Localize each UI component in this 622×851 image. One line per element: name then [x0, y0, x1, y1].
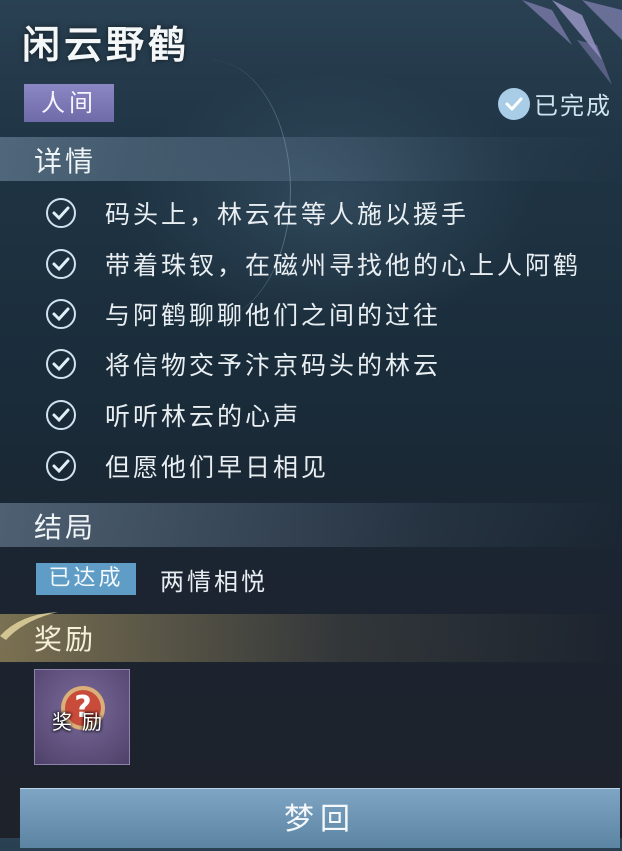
check-icon — [46, 349, 76, 379]
details-heading: 详情 — [34, 145, 97, 178]
detail-item-text: 听听林云的心声 — [105, 402, 302, 431]
check-icon — [46, 249, 76, 279]
detail-item-text: 但愿他们早日相见 — [105, 453, 330, 482]
check-icon — [46, 451, 76, 481]
detail-item-text: 带着珠钗，在磁州寻找他的心上人阿鹤 — [105, 251, 582, 280]
detail-item-text: 与阿鹤聊聊他们之间的过往 — [105, 301, 442, 330]
reward-item-label: 奖励 — [52, 710, 112, 734]
detail-item: 听听林云的心声 — [44, 395, 301, 435]
reward-heading: 奖励 — [34, 623, 97, 656]
ending-achieved-badge: 已达成 — [36, 563, 136, 595]
detail-item: 将信物交予汴京码头的林云 — [44, 344, 441, 384]
detail-item: 码头上，林云在等人施以援手 — [44, 193, 469, 233]
dream-replay-button[interactable]: 梦回 — [20, 788, 620, 848]
completed-status: 已完成 — [498, 86, 612, 121]
status-label: 已完成 — [534, 92, 612, 120]
realm-tag: 人间 — [24, 84, 114, 122]
quest-title: 闲云野鹤 — [22, 23, 191, 67]
detail-item-text: 码头上，林云在等人施以援手 — [105, 200, 470, 229]
detail-item: 与阿鹤聊聊他们之间的过往 — [44, 294, 441, 334]
detail-item: 但愿他们早日相见 — [44, 446, 329, 486]
detail-item: 带着珠钗，在磁州寻找他的心上人阿鹤 — [44, 244, 581, 284]
detail-item-text: 将信物交予汴京码头的林云 — [105, 351, 442, 380]
ending-name: 两情相悦 — [160, 568, 268, 596]
check-icon — [46, 400, 76, 430]
crane-emblem-icon — [522, 0, 622, 85]
reward-item-slot[interactable]: ? 奖励 — [34, 669, 130, 765]
check-icon — [46, 299, 76, 329]
checkmark-circle-icon — [498, 87, 530, 120]
ending-heading: 结局 — [34, 511, 97, 544]
check-icon — [46, 198, 76, 228]
